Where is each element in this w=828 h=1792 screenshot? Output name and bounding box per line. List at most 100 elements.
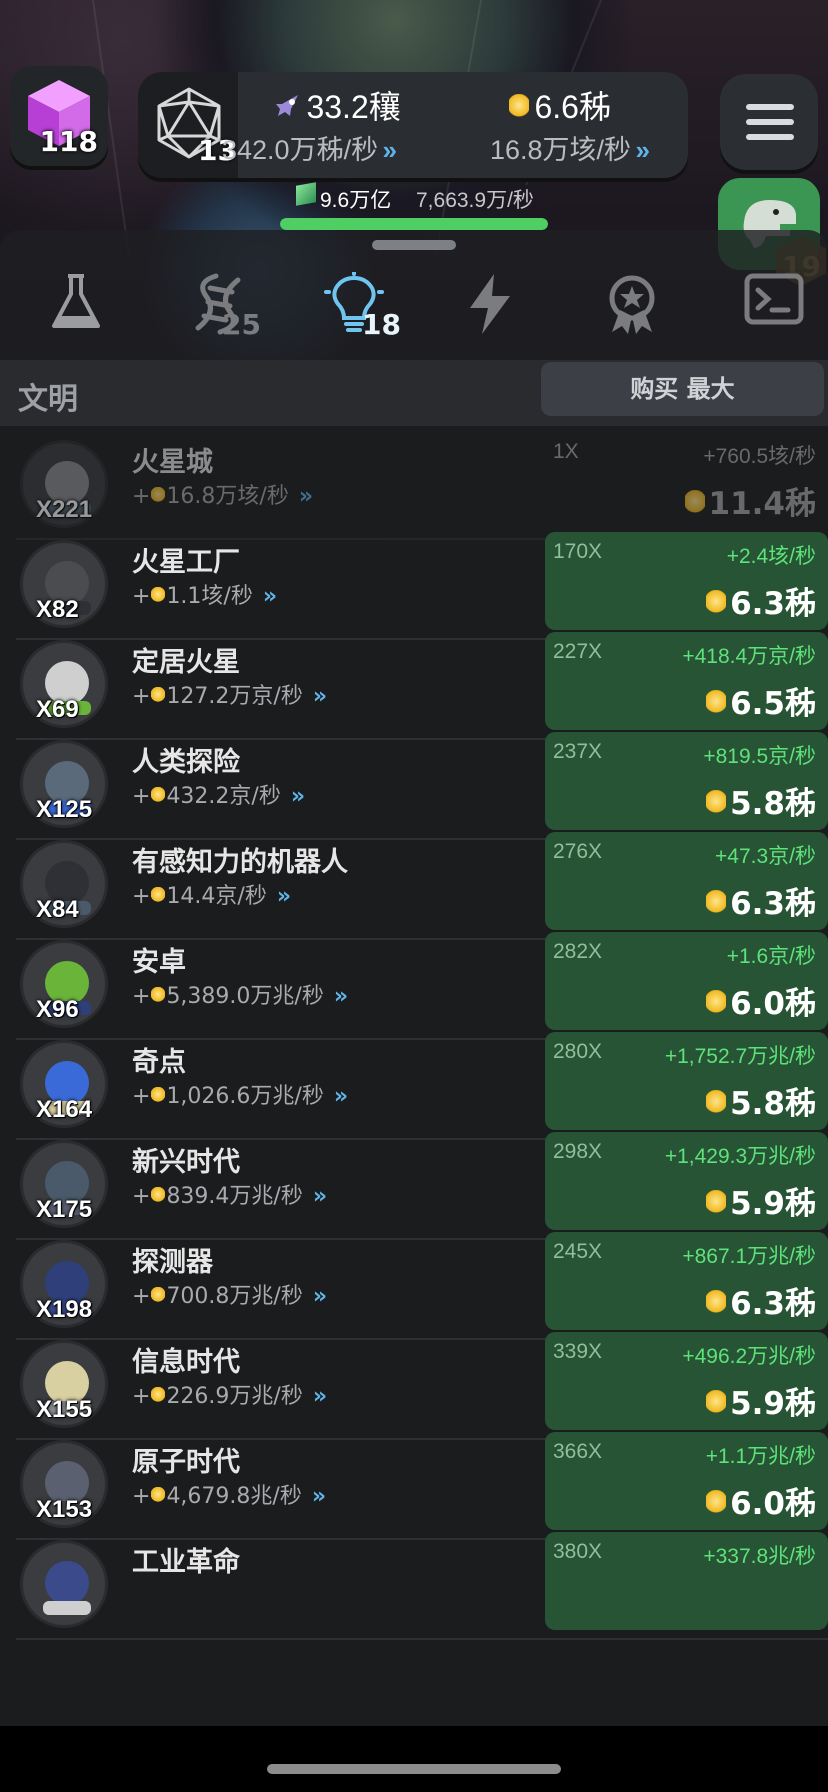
tab-achievements[interactable] xyxy=(566,260,686,356)
chevron-double-right-icon: » xyxy=(312,1284,327,1309)
upgrade-quantity: X96 xyxy=(36,996,79,1023)
chevron-double-right-icon: » xyxy=(290,784,305,809)
upgrade-rate-value: 14.4京/秒 xyxy=(166,884,267,909)
upgrade-buy-button[interactable]: 380X +337.8兆/秒 xyxy=(545,1532,828,1630)
tab-ideas[interactable]: 18 xyxy=(286,260,406,356)
upgrade-quantity: X155 xyxy=(36,1396,93,1423)
buy-cost: 5.8秭 xyxy=(705,778,816,823)
upgrade-name: 安卓 xyxy=(132,947,186,978)
chevron-double-right-icon: » xyxy=(333,984,348,1009)
sheet-drag-handle[interactable] xyxy=(372,240,456,250)
tab-power[interactable] xyxy=(426,260,546,356)
primary-resource: 33.2穰 xyxy=(272,82,401,128)
buy-multiplier: 276X xyxy=(553,840,603,863)
upgrade-buy-button[interactable]: 170X +2.4垓/秒 6.3秭 xyxy=(545,532,828,630)
lightbulb-icon xyxy=(151,887,166,905)
section-title: 文明 xyxy=(18,382,78,417)
buy-cost-value: 5.9秭 xyxy=(730,1386,816,1422)
buy-gain: +2.4垓/秒 xyxy=(726,545,816,568)
upgrade-rate: +5,389.0万兆/秒» xyxy=(132,984,348,1009)
menu-button[interactable] xyxy=(720,74,818,170)
buy-cost-value: 5.8秭 xyxy=(730,786,816,822)
chevron-double-right-icon: » xyxy=(262,584,277,609)
buy-cost-value: 11.4秭 xyxy=(708,486,817,522)
buy-gain: +1,429.3万兆/秒 xyxy=(664,1145,816,1168)
award-ribbon-icon xyxy=(609,275,655,334)
home-indicator[interactable] xyxy=(267,1764,561,1774)
resource-stats-panel: 13 33.2穰 342.0万秭/秒 » 6.6秭 16.8万垓/秒 » xyxy=(138,72,688,178)
upgrade-name: 人类探险 xyxy=(132,747,240,778)
buy-gain: +819.5京/秒 xyxy=(703,745,816,768)
upgrade-buy-button[interactable]: 276X +47.3京/秒 6.3秭 xyxy=(545,832,828,930)
upgrade-name: 原子时代 xyxy=(132,1447,240,1478)
upgrade-buy-button[interactable]: 339X +496.2万兆/秒 5.9秭 xyxy=(545,1332,828,1430)
buy-cost-value: 6.5秭 xyxy=(730,686,816,722)
upgrade-name: 工业革命 xyxy=(132,1547,240,1578)
upgrade-row: X164 奇点 +1,026.6万兆/秒» 280X +1,752.7万兆/秒 … xyxy=(16,1026,828,1140)
hamburger-icon xyxy=(746,104,794,110)
ideas-resource: 6.6秭 xyxy=(508,82,611,128)
upgrade-rate: +432.2京/秒» xyxy=(132,784,305,809)
upgrade-rate: +700.8万兆/秒» xyxy=(132,1284,327,1309)
buy-cost: 5.8秭 xyxy=(705,1078,816,1123)
tab-dna[interactable]: 25 xyxy=(150,260,270,356)
upgrade-buy-button[interactable]: 366X +1.1万兆/秒 6.0秭 xyxy=(545,1432,828,1530)
primary-resource-value: 33.2穰 xyxy=(306,89,401,125)
upgrade-quantity: X84 xyxy=(36,896,79,923)
buy-cost-value: 6.3秭 xyxy=(730,886,816,922)
upgrade-quantity: X164 xyxy=(36,1096,93,1123)
tab-science[interactable] xyxy=(10,260,130,356)
upgrade-rate-value: 1,026.6万兆/秒 xyxy=(166,1084,324,1109)
ideas-value: 6.6秭 xyxy=(534,89,611,125)
upgrade-buy-button[interactable]: 282X +1.6京/秒 6.0秭 xyxy=(545,932,828,1030)
buy-multiplier: 282X xyxy=(553,940,603,963)
chevron-double-right-icon: » xyxy=(298,484,313,509)
upgrade-row: X153 原子时代 +4,679.8兆/秒» 366X +1.1万兆/秒 6.0… xyxy=(16,1426,828,1540)
upgrade-row: X198 探测器 +700.8万兆/秒» 245X +867.1万兆/秒 6.3… xyxy=(16,1226,828,1340)
buy-cost-value: 6.0秭 xyxy=(730,1486,816,1522)
upgrade-buy-button[interactable]: 298X +1,429.3万兆/秒 5.9秭 xyxy=(545,1132,828,1230)
upgrade-rate: +839.4万兆/秒» xyxy=(132,1184,327,1209)
buy-cost-value: 5.9秭 xyxy=(730,1186,816,1222)
upgrade-row: X175 新兴时代 +839.4万兆/秒» 298X +1,429.3万兆/秒 … xyxy=(16,1126,828,1240)
upgrade-row: X96 安卓 +5,389.0万兆/秒» 282X +1.6京/秒 6.0秭 xyxy=(16,926,828,1040)
upgrade-rate-value: 16.8万垓/秒 xyxy=(166,484,289,509)
lightbulb-icon xyxy=(151,587,166,605)
upgrade-name: 火星工厂 xyxy=(132,547,240,578)
buy-multiplier: 280X xyxy=(553,1040,603,1063)
lightbulb-icon xyxy=(151,1487,166,1505)
buy-max-button[interactable]: 购买 最大 xyxy=(541,362,824,416)
upgrade-rate: +16.8万垓/秒» xyxy=(132,484,313,509)
lightbulb-icon xyxy=(706,790,727,818)
upgrade-buy-button[interactable]: 245X +867.1万兆/秒 6.3秭 xyxy=(545,1232,828,1330)
buy-cost-value: 6.0秭 xyxy=(730,986,816,1022)
upgrade-quantity: X221 xyxy=(36,496,93,523)
upgrade-name: 信息时代 xyxy=(132,1347,240,1378)
system-home-area xyxy=(0,1726,828,1792)
upgrade-buy-button[interactable]: 280X +1,752.7万兆/秒 5.8秭 xyxy=(545,1032,828,1130)
upgrade-buy-button[interactable]: 1X +760.5垓/秒 11.4秭 xyxy=(545,432,828,530)
lightbulb-icon xyxy=(706,990,727,1018)
buy-multiplier: 339X xyxy=(553,1340,603,1363)
upgrade-rate-value: 127.2万京/秒 xyxy=(166,684,303,709)
buy-gain: +1,752.7万兆/秒 xyxy=(664,1045,816,1068)
upgrade-quantity: X69 xyxy=(36,696,79,723)
gem-progress-fill xyxy=(280,218,548,230)
upgrade-row: X155 信息时代 +226.9万兆/秒» 339X +496.2万兆/秒 5.… xyxy=(16,1326,828,1440)
upgrade-buy-button[interactable]: 237X +819.5京/秒 5.8秭 xyxy=(545,732,828,830)
cube-currency-button[interactable]: 118 xyxy=(10,66,108,166)
buy-cost: 6.3秭 xyxy=(705,878,816,923)
chevron-double-right-icon: » xyxy=(333,1084,348,1109)
upgrade-row: X221 火星城 +16.8万垓/秒» 1X +760.5垓/秒 11.4秭 xyxy=(16,426,828,540)
upgrade-rate: +14.4京/秒» xyxy=(132,884,291,909)
upgrade-rate: +4,679.8兆/秒» xyxy=(132,1484,326,1509)
buy-cost: 6.3秭 xyxy=(705,578,816,623)
upgrade-buy-button[interactable]: 227X +418.4万京/秒 6.5秭 xyxy=(545,632,828,730)
upgrade-rate-value: 432.2京/秒 xyxy=(166,784,281,809)
upgrade-name: 有感知力的机器人 xyxy=(132,847,348,878)
upgrade-row: 工业革命 +» 380X +337.8兆/秒 xyxy=(16,1526,828,1640)
buy-multiplier: 298X xyxy=(553,1140,603,1163)
upgrade-quantity: X198 xyxy=(36,1296,93,1323)
upgrade-thumbnail[interactable] xyxy=(20,1540,108,1628)
tab-terminal[interactable] xyxy=(706,260,826,356)
